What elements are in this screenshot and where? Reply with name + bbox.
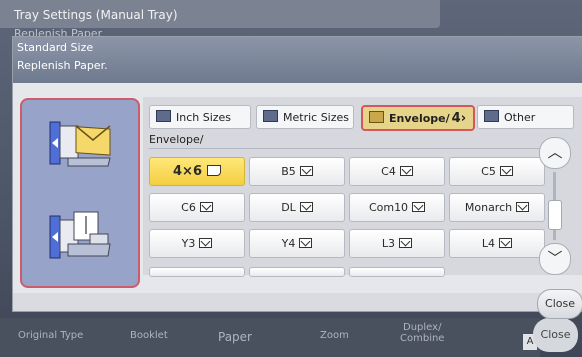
background-item-zoom: Zoom — [320, 330, 349, 341]
chevron-down-icon: ﹀ — [547, 249, 563, 267]
background-item-paper: Paper — [218, 330, 252, 344]
size-monarch-button[interactable]: Monarch — [449, 193, 545, 222]
envelope-icon — [499, 166, 513, 176]
envelope-icon — [299, 202, 313, 212]
dialog-header: Standard Size Replenish Paper. — [13, 37, 582, 83]
other-icon — [484, 110, 499, 122]
tab-envelope[interactable]: Envelope/4› — [361, 105, 475, 131]
envelope-icon — [499, 238, 513, 248]
paper-tray-button[interactable] — [38, 204, 120, 268]
size-k3-button[interactable]: K3 — [349, 267, 445, 277]
tab-metric-sizes[interactable]: Metric Sizes — [256, 105, 354, 129]
size-4x6-button[interactable]: 4×6 — [149, 157, 245, 186]
size-y4-button[interactable]: Y4 — [249, 229, 345, 258]
section-divider — [149, 148, 549, 149]
size-selection-area: Inch Sizes Metric Sizes Envelope/4› Othe… — [143, 97, 582, 277]
card-icon — [206, 165, 221, 176]
size-c4-button[interactable]: C4 — [349, 157, 445, 186]
envelope-icon — [199, 202, 213, 212]
envelope-section-label: Envelope/ — [149, 133, 204, 146]
size-dl-button[interactable]: DL — [249, 193, 345, 222]
chevron-up-icon: ︿ — [547, 143, 563, 161]
size-y3-button[interactable]: Y3 — [149, 229, 245, 258]
envelope-tray-icon — [49, 121, 111, 167]
size-l3-button[interactable]: L3 — [349, 229, 445, 258]
inch-icon — [156, 110, 171, 122]
scroll-up-button[interactable]: ︿ — [539, 137, 571, 169]
envelope-icon — [299, 166, 313, 176]
envelope-tray-button[interactable] — [38, 110, 120, 174]
background-item-original-type: Original Type — [18, 330, 84, 341]
scroll-down-button[interactable]: ﹀ — [539, 243, 571, 275]
size-com10-button[interactable]: Com10 — [349, 193, 445, 222]
envelope-icon — [199, 238, 213, 248]
tab-envelope-suffix: 4› — [451, 111, 467, 126]
size-k1-button[interactable]: K1 — [149, 267, 245, 277]
envelope-icon — [516, 202, 530, 212]
size-grid: 4×6 B5 C4 C5 C6 DL Com10 Monarch Y3 Y4 L… — [149, 157, 549, 277]
envelope-icon — [369, 111, 384, 123]
background-item-duplex: Duplex/ Combine — [400, 322, 445, 344]
tray-selection-panel — [20, 98, 140, 288]
tab-inch-sizes[interactable]: Inch Sizes — [149, 105, 251, 129]
dialog-message: Replenish Paper. — [17, 59, 108, 72]
tab-other[interactable]: Other — [477, 105, 574, 129]
size-k2-button[interactable]: K2 — [249, 267, 345, 277]
background-function-bar: Original Type Booklet Paper Zoom Duplex/… — [0, 318, 540, 357]
size-c5-button[interactable]: C5 — [449, 157, 545, 186]
dialog-title: Standard Size — [17, 41, 94, 54]
envelope-icon — [399, 166, 413, 176]
paper-tray-icon — [49, 211, 111, 259]
size-c6-button[interactable]: C6 — [149, 193, 245, 222]
close-button[interactable]: Close — [537, 289, 582, 319]
envelope-icon — [299, 238, 313, 248]
size-l4-button[interactable]: L4 — [449, 229, 545, 258]
background-close-button[interactable]: Close — [533, 318, 578, 352]
background-title: Tray Settings (Manual Tray) — [14, 8, 178, 22]
background-title-bar: Tray Settings (Manual Tray) — [0, 0, 440, 28]
metric-icon — [263, 110, 278, 122]
background-item-booklet: Booklet — [130, 330, 168, 341]
envelope-icon — [399, 238, 413, 248]
scrollbar-thumb[interactable] — [548, 200, 562, 230]
envelope-icon — [412, 202, 426, 212]
size-b5-button[interactable]: B5 — [249, 157, 345, 186]
